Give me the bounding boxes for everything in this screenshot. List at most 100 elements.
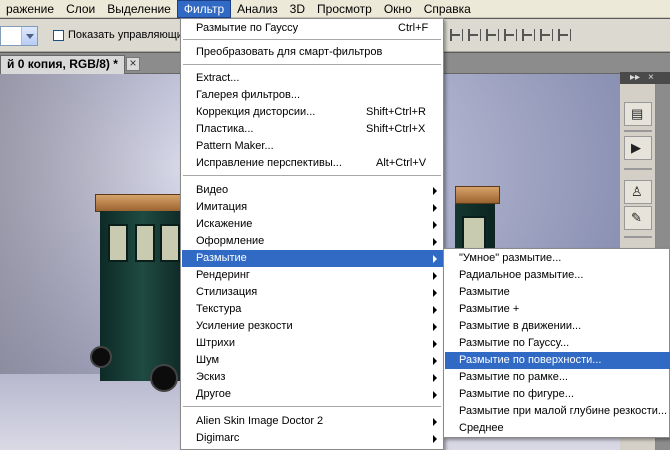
menu-image[interactable]: ражение	[0, 0, 60, 18]
divider	[624, 168, 652, 170]
menu-item-vanishing-point[interactable]: Исправление перспективы... Alt+Ctrl+V	[182, 155, 444, 172]
document-tab[interactable]: й 0 копия, RGB/8) *	[0, 55, 125, 74]
submenu-item-blur-more[interactable]: Размытие +	[445, 301, 670, 318]
menu-item-texture[interactable]: Текстура	[182, 301, 444, 318]
history-icon: ▤	[631, 106, 644, 121]
submenu-item-gaussian-blur[interactable]: Размытие по Гауссу...	[445, 335, 670, 352]
menu-analysis[interactable]: Анализ	[231, 0, 284, 18]
menu-item-smart-filters[interactable]: Преобразовать для смарт-фильтров	[182, 44, 444, 61]
menu-item-last-filter[interactable]: Размытие по Гауссу Ctrl+F	[182, 20, 444, 37]
align-icons-group	[448, 27, 571, 43]
menu-item-lens-correction[interactable]: Коррекция дисторсии... Shift+Ctrl+R	[182, 104, 444, 121]
clone-source-button[interactable]: ♙	[624, 180, 652, 204]
divider	[183, 64, 441, 65]
submenu-arrow-icon	[433, 187, 437, 195]
submenu-arrow-icon	[433, 221, 437, 229]
menu-item-noise[interactable]: Шум	[182, 352, 444, 369]
menu-item-sketch-strokes[interactable]: Штрихи	[182, 335, 444, 352]
blur-submenu: "Умное" размытие... Радиальное размытие.…	[443, 248, 670, 438]
menu-item-render[interactable]: Рендеринг	[182, 267, 444, 284]
submenu-item-shape-blur[interactable]: Размытие по фигуре...	[445, 386, 670, 403]
train-car-roof	[455, 186, 500, 204]
submenu-item-surface-blur[interactable]: Размытие по поверхности...	[445, 352, 670, 369]
submenu-arrow-icon	[433, 391, 437, 399]
actions-panel-button[interactable]: ▶	[624, 136, 652, 160]
menu-3d[interactable]: 3D	[284, 0, 311, 18]
submenu-arrow-icon	[433, 306, 437, 314]
menu-bar: ражение Слои Выделение Фильтр Анализ 3D …	[0, 0, 670, 18]
train-window	[160, 224, 180, 262]
submenu-arrow-icon	[433, 272, 437, 280]
menu-help[interactable]: Справка	[418, 0, 477, 18]
menu-item-video[interactable]: Видео	[182, 182, 444, 199]
history-panel-button[interactable]: ▤	[624, 102, 652, 126]
submenu-arrow-icon	[433, 238, 437, 246]
stamp-icon: ♙	[631, 184, 643, 199]
submenu-item-lens-blur[interactable]: Размытие при малой глубине резкости...	[445, 403, 670, 420]
menu-item-stylize[interactable]: Стилизация	[182, 284, 444, 301]
menu-item-blur[interactable]: Размытие	[182, 250, 444, 267]
show-controls-checkbox[interactable]	[53, 30, 64, 41]
submenu-item-blur[interactable]: Размытие	[445, 284, 670, 301]
align-icon[interactable]	[466, 27, 481, 43]
submenu-arrow-icon	[433, 340, 437, 348]
menu-select[interactable]: Выделение	[101, 0, 177, 18]
submenu-arrow-icon	[433, 323, 437, 331]
menu-view[interactable]: Просмотр	[311, 0, 378, 18]
menu-item-distort[interactable]: Искажение	[182, 216, 444, 233]
menu-filter[interactable]: Фильтр	[176, 0, 232, 18]
menu-item-liquify[interactable]: Пластика... Shift+Ctrl+X	[182, 121, 444, 138]
submenu-item-smart-blur[interactable]: "Умное" размытие...	[445, 250, 670, 267]
divider	[183, 406, 441, 407]
divider	[624, 236, 652, 238]
menu-item-pattern-maker[interactable]: Pattern Maker...	[182, 138, 444, 155]
filter-menu: Размытие по Гауссу Ctrl+F Преобразовать …	[180, 18, 444, 450]
brush-icon: ✎	[631, 210, 642, 225]
submenu-arrow-icon	[433, 204, 437, 212]
menu-window[interactable]: Окно	[378, 0, 418, 18]
train-wheel	[150, 364, 178, 392]
distribute-icon[interactable]	[538, 27, 553, 43]
train-window	[135, 224, 155, 262]
chevron-down-icon[interactable]	[21, 27, 37, 45]
play-icon: ▶	[631, 140, 641, 155]
submenu-arrow-icon	[433, 289, 437, 297]
menu-layers[interactable]: Слои	[60, 0, 101, 18]
distribute-icon[interactable]	[556, 27, 571, 43]
divider	[183, 175, 441, 176]
menu-item-sharpen[interactable]: Усиление резкости	[182, 318, 444, 335]
menu-item-artistic[interactable]: Имитация	[182, 199, 444, 216]
close-icon[interactable]: ×	[126, 57, 140, 71]
divider	[624, 130, 652, 132]
align-icon[interactable]	[448, 27, 463, 43]
show-controls-label: Показать управляющие	[68, 29, 190, 41]
collapse-icon[interactable]: ▸▸	[630, 72, 640, 84]
align-icon[interactable]	[484, 27, 499, 43]
align-icon[interactable]	[520, 27, 535, 43]
train-wheel	[90, 346, 112, 368]
submenu-item-average[interactable]: Среднее	[445, 420, 670, 437]
menu-item-sketch[interactable]: Эскиз	[182, 369, 444, 386]
divider	[183, 39, 441, 40]
menu-item-extract[interactable]: Extract...	[182, 70, 444, 87]
menu-item-brush-strokes[interactable]: Оформление	[182, 233, 444, 250]
tool-presets-button[interactable]: ✎	[624, 206, 652, 230]
submenu-arrow-icon	[433, 418, 437, 426]
submenu-arrow-icon	[433, 374, 437, 382]
align-icon[interactable]	[502, 27, 517, 43]
submenu-item-radial-blur[interactable]: Радиальное размытие...	[445, 267, 670, 284]
submenu-arrow-icon	[433, 435, 437, 443]
tool-preset-dropdown[interactable]	[0, 26, 38, 46]
submenu-item-motion-blur[interactable]: Размытие в движении...	[445, 318, 670, 335]
menu-item-other[interactable]: Другое	[182, 386, 444, 403]
close-icon[interactable]: ×	[648, 72, 654, 84]
submenu-item-box-blur[interactable]: Размытие по рамке...	[445, 369, 670, 386]
train-window	[108, 224, 128, 262]
train-car-roof	[95, 194, 185, 212]
menu-item-filter-gallery[interactable]: Галерея фильтров...	[182, 87, 444, 104]
submenu-arrow-icon	[433, 357, 437, 365]
menu-item-digimarc[interactable]: Digimarc	[182, 430, 444, 447]
panel-dock-header: ▸▸ ×	[620, 72, 670, 84]
menu-item-alien-skin[interactable]: Alien Skin Image Doctor 2	[182, 413, 444, 430]
panel-dock-top	[620, 53, 670, 74]
